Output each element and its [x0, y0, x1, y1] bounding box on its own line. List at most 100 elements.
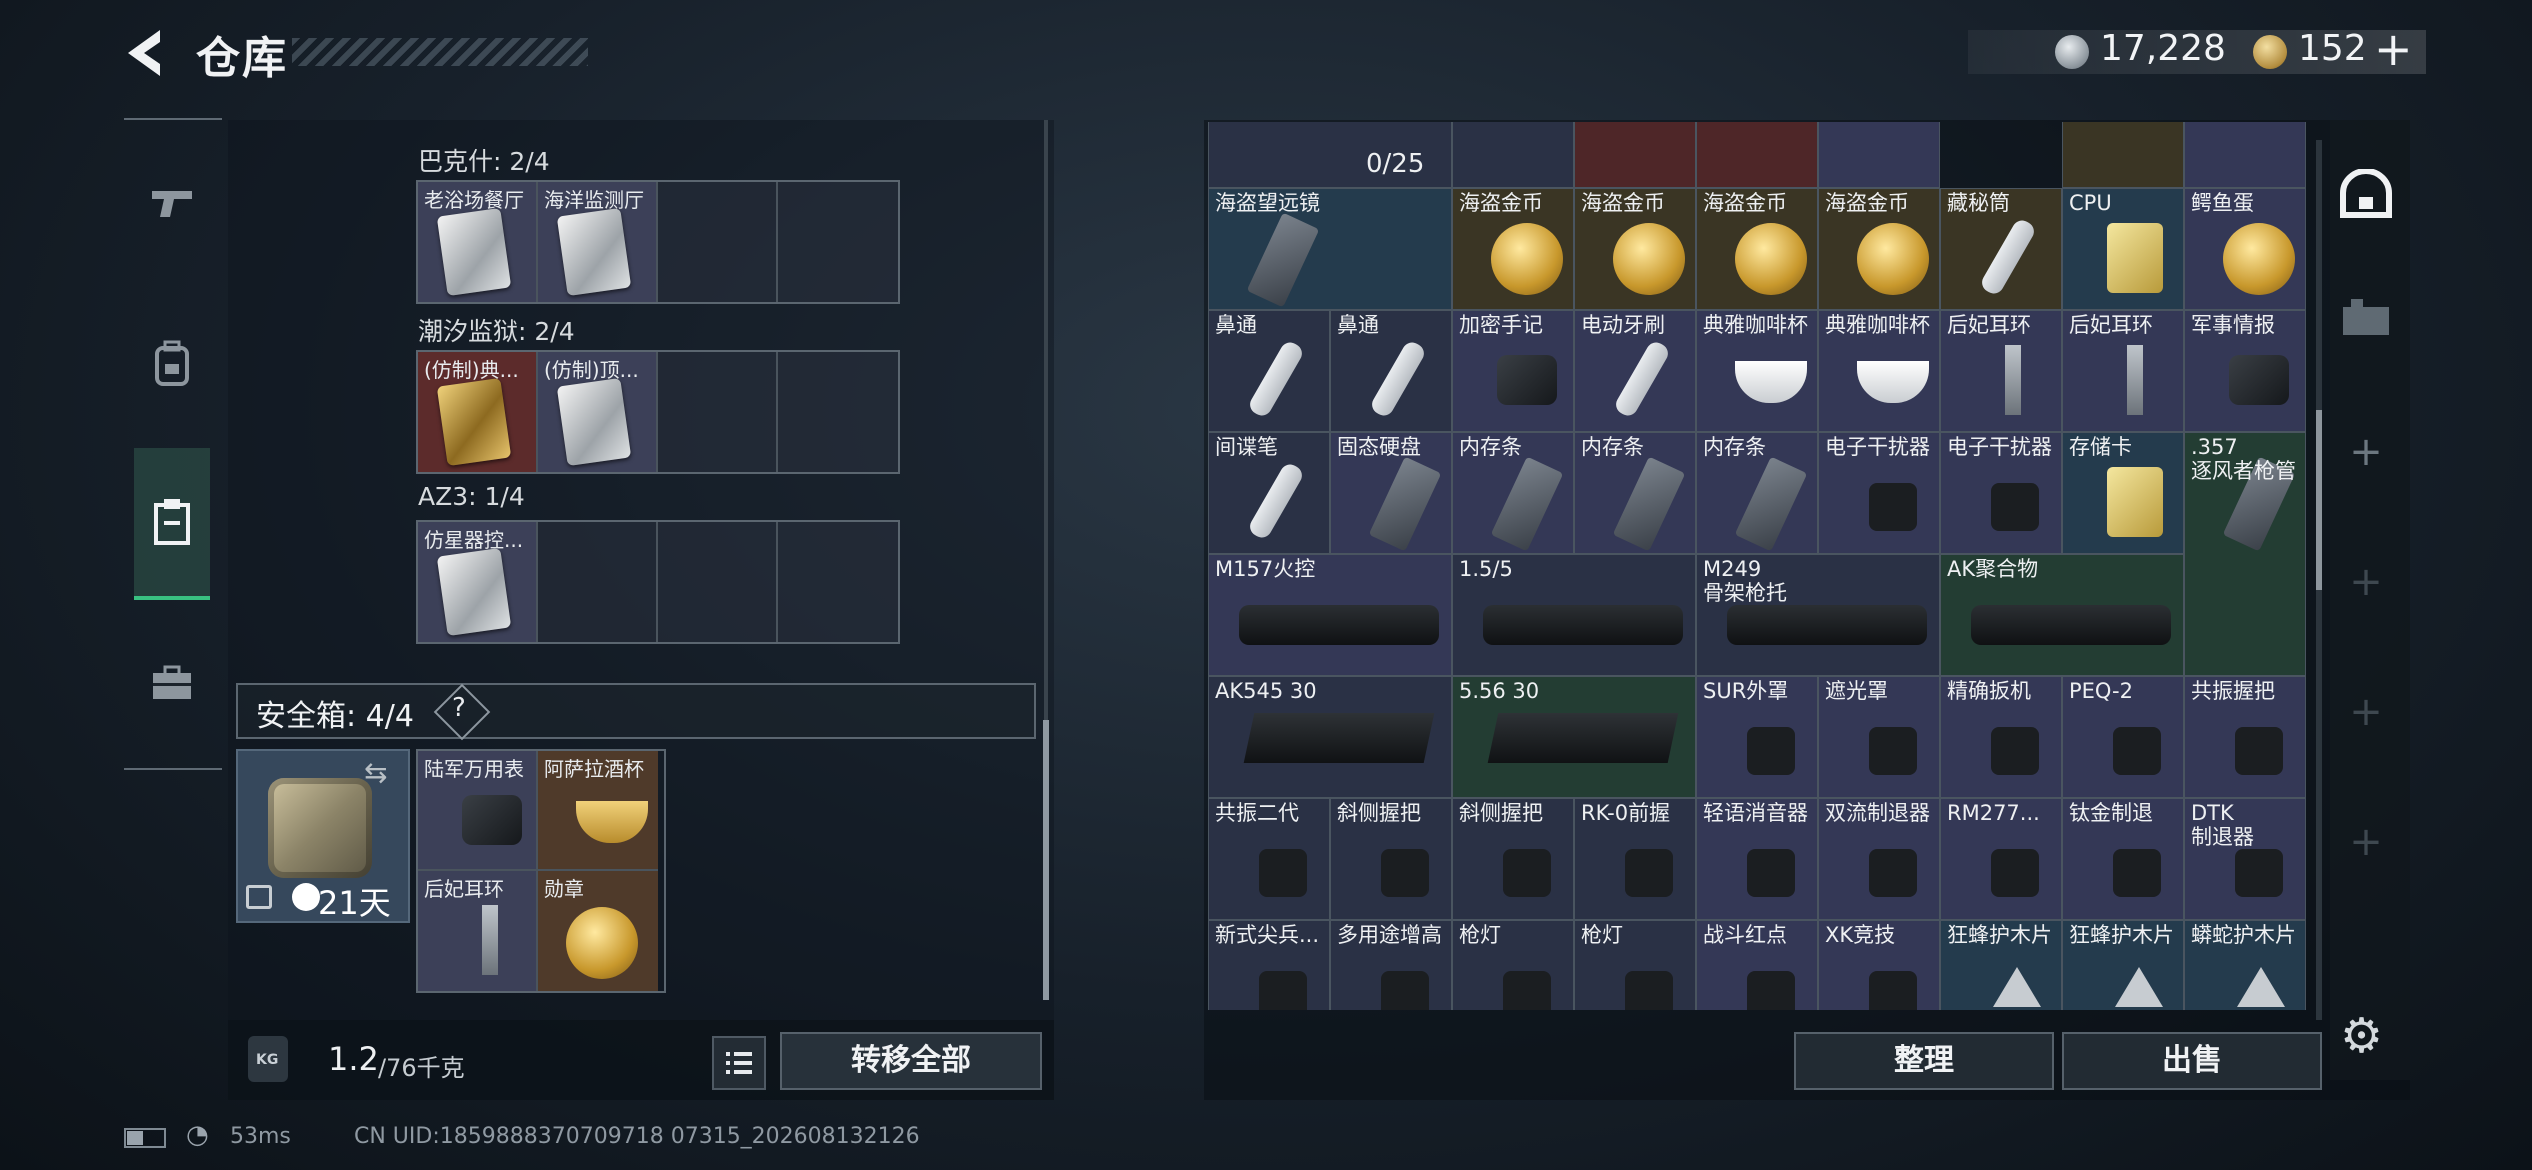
inventory-cell[interactable]: RK-0前握: [1574, 798, 1696, 920]
add-storage-tab-4[interactable]: +: [2334, 810, 2398, 874]
inventory-cell[interactable]: 典雅咖啡杯: [1818, 310, 1940, 432]
inventory-cell[interactable]: 海盗金币: [1574, 188, 1696, 310]
tidy-button[interactable]: 整理: [1794, 1032, 2054, 1090]
empty-slot[interactable]: [778, 352, 898, 472]
inventory-cell[interactable]: 海盗望远镜: [1208, 188, 1452, 310]
inventory-cell[interactable]: 鳄鱼蛋: [2184, 188, 2306, 310]
inventory-cell[interactable]: 后妃耳环: [2062, 310, 2184, 432]
empty-slot[interactable]: [778, 182, 898, 302]
inventory-cell[interactable]: PEQ-2: [2062, 676, 2184, 798]
sell-button[interactable]: 出售: [2062, 1032, 2322, 1090]
scrollbar-thumb[interactable]: [1043, 720, 1049, 1000]
safe-slot[interactable]: 陆军万用表: [418, 751, 538, 871]
inventory-cell[interactable]: [2062, 122, 2184, 188]
multimeter-icon: [462, 795, 522, 845]
inventory-cell[interactable]: 双流制退器: [1818, 798, 1940, 920]
add-storage-tab-1[interactable]: +: [2334, 420, 2398, 484]
inventory-cell[interactable]: 共振二代: [1208, 798, 1330, 920]
inventory-cell[interactable]: XK竞技: [1818, 920, 1940, 1010]
safe-slot[interactable]: 后妃耳环: [418, 871, 538, 991]
inventory-cell[interactable]: M249 骨架枪托: [1696, 554, 1940, 676]
item-icon: [2237, 967, 2285, 1007]
collection-slot[interactable]: (仿制)顶...: [538, 352, 658, 472]
list-view-button[interactable]: [712, 1036, 766, 1090]
inventory-cell[interactable]: 斜侧握把: [1330, 798, 1452, 920]
inventory-cell[interactable]: 狂蜂护木片: [2062, 920, 2184, 1010]
inventory-cell[interactable]: SUR外罩: [1696, 676, 1818, 798]
inventory-cell[interactable]: 海盗金币: [1452, 188, 1574, 310]
inventory-cell[interactable]: AK545 30: [1208, 676, 1452, 798]
safe-slot[interactable]: 勋章: [538, 871, 658, 991]
empty-slot[interactable]: [658, 182, 778, 302]
collection-slot[interactable]: 老浴场餐厅: [418, 182, 538, 302]
inventory-cell[interactable]: M157火控: [1208, 554, 1452, 676]
scrollbar-thumb[interactable]: [2316, 410, 2322, 590]
inventory-cell[interactable]: [1696, 122, 1818, 188]
back-button[interactable]: [120, 26, 170, 80]
safe-slot[interactable]: 阿萨拉酒杯: [538, 751, 658, 871]
inventory-cell[interactable]: 轻语消音器: [1696, 798, 1818, 920]
inventory-cell[interactable]: 5.56 30: [1452, 676, 1696, 798]
collection-slot[interactable]: 海洋监测厅: [538, 182, 658, 302]
add-storage-tab-2[interactable]: +: [2334, 550, 2398, 614]
inventory-cell[interactable]: 1.5/5: [1452, 554, 1696, 676]
inventory-cell[interactable]: .357 逐风者枪管: [2184, 432, 2306, 676]
inventory-cell[interactable]: 多用途增高: [1330, 920, 1452, 1010]
inventory-cell[interactable]: 海盗金币: [1696, 188, 1818, 310]
inventory-cell[interactable]: AK聚合物: [1940, 554, 2184, 676]
inventory-cell[interactable]: 狂蜂护木片: [1940, 920, 2062, 1010]
add-currency-button[interactable]: +: [2374, 22, 2413, 76]
inventory-cell[interactable]: RM277...: [1940, 798, 2062, 920]
inventory-cell[interactable]: 军事情报: [2184, 310, 2306, 432]
inventory-cell[interactable]: DTK 制退器: [2184, 798, 2306, 920]
inventory-cell[interactable]: 鼻通: [1208, 310, 1330, 432]
inventory-cell[interactable]: 遮光罩: [1818, 676, 1940, 798]
inventory-cell[interactable]: [1818, 122, 1940, 188]
inventory-cell[interactable]: 后妃耳环: [1940, 310, 2062, 432]
inventory-cell[interactable]: [2184, 122, 2306, 188]
storage-tab-secondary[interactable]: [2334, 286, 2398, 350]
inventory-cell[interactable]: [1574, 122, 1696, 188]
inventory-cell[interactable]: 电动牙刷: [1574, 310, 1696, 432]
inventory-cell[interactable]: 共振握把: [2184, 676, 2306, 798]
inventory-cell[interactable]: 存储卡: [2062, 432, 2184, 554]
nav-supplies[interactable]: [134, 640, 210, 726]
inventory-cell[interactable]: 斜侧握把: [1452, 798, 1574, 920]
inventory-cell[interactable]: 枪灯: [1452, 920, 1574, 1010]
inventory-cell[interactable]: CPU: [2062, 188, 2184, 310]
swap-icon[interactable]: ⇆: [364, 756, 387, 789]
inventory-cell[interactable]: 海盗金币: [1818, 188, 1940, 310]
inventory-cell[interactable]: 新式尖兵...: [1208, 920, 1330, 1010]
gear-icon[interactable]: ⚙: [2340, 1008, 2383, 1064]
nav-weapons[interactable]: [134, 160, 210, 246]
inventory-cell[interactable]: 间谍笔: [1208, 432, 1330, 554]
inventory-cell[interactable]: 电子干扰器: [1818, 432, 1940, 554]
transfer-all-button[interactable]: 转移全部: [780, 1032, 1042, 1090]
empty-slot[interactable]: [538, 522, 658, 642]
inventory-cell[interactable]: 钛金制退: [2062, 798, 2184, 920]
storage-tab-main[interactable]: [2334, 162, 2398, 226]
inventory-cell[interactable]: 藏秘筒: [1940, 188, 2062, 310]
inventory-cell[interactable]: 内存条: [1574, 432, 1696, 554]
empty-slot[interactable]: [658, 352, 778, 472]
inventory-cell[interactable]: 枪灯: [1574, 920, 1696, 1010]
collection-slot[interactable]: (仿制)典...: [418, 352, 538, 472]
inventory-cell[interactable]: 固态硬盘: [1330, 432, 1452, 554]
inventory-cell[interactable]: 内存条: [1696, 432, 1818, 554]
inventory-cell[interactable]: 战斗红点: [1696, 920, 1818, 1010]
collection-slot[interactable]: 仿星器控...: [418, 522, 538, 642]
nav-collectibles[interactable]: [134, 448, 210, 600]
empty-slot[interactable]: [778, 522, 898, 642]
empty-slot[interactable]: [658, 522, 778, 642]
inventory-cell[interactable]: 典雅咖啡杯: [1696, 310, 1818, 432]
inventory-cell[interactable]: 电子干扰器: [1940, 432, 2062, 554]
inventory-cell[interactable]: 蟒蛇护木片: [2184, 920, 2306, 1010]
nav-equipment[interactable]: [134, 320, 210, 406]
inventory-cell[interactable]: 鼻通: [1330, 310, 1452, 432]
item-name: 枪灯: [1459, 923, 1501, 947]
inventory-cell[interactable]: 精确扳机: [1940, 676, 2062, 798]
inventory-cell[interactable]: [1452, 122, 1574, 188]
inventory-cell[interactable]: 加密手记: [1452, 310, 1574, 432]
add-storage-tab-3[interactable]: +: [2334, 680, 2398, 744]
inventory-cell[interactable]: 内存条: [1452, 432, 1574, 554]
